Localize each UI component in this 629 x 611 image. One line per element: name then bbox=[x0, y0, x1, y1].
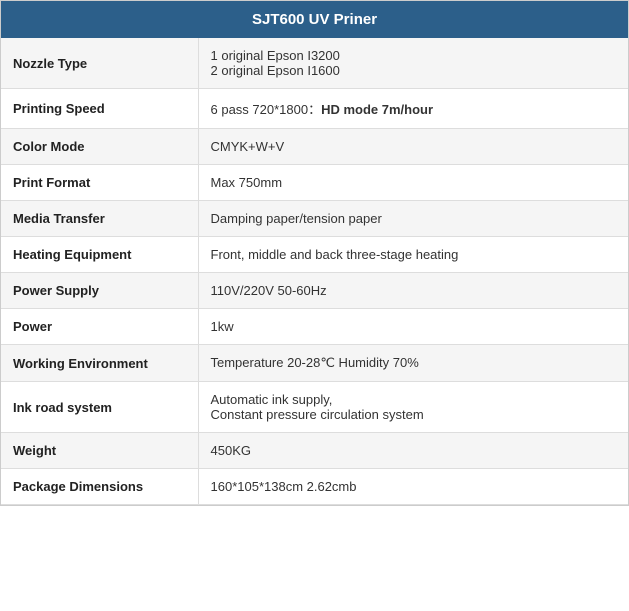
spec-value-prefix: 6 pass 720*1800： bbox=[211, 102, 322, 117]
spec-value: 110V/220V 50-60Hz bbox=[198, 273, 628, 309]
spec-label: Printing Speed bbox=[1, 89, 198, 129]
spec-value-line: 1 original Epson I3200 bbox=[211, 48, 340, 63]
table-row: Heating EquipmentFront, middle and back … bbox=[1, 237, 628, 273]
table-row: Media TransferDamping paper/tension pape… bbox=[1, 201, 628, 237]
spec-label: Media Transfer bbox=[1, 201, 198, 237]
spec-value: 6 pass 720*1800：HD mode 7m/hour bbox=[198, 89, 628, 129]
table-header: SJT600 UV Priner bbox=[1, 1, 628, 38]
spec-label: Weight bbox=[1, 433, 198, 469]
table-row: Ink road systemAutomatic ink supply,Cons… bbox=[1, 382, 628, 433]
table-row: Working EnvironmentTemperature 20-28℃ Hu… bbox=[1, 345, 628, 382]
spec-label: Ink road system bbox=[1, 382, 198, 433]
spec-value: Damping paper/tension paper bbox=[198, 201, 628, 237]
spec-label: Heating Equipment bbox=[1, 237, 198, 273]
spec-table-container: SJT600 UV Priner Nozzle Type1 original E… bbox=[0, 0, 629, 506]
table-row: Print FormatMax 750mm bbox=[1, 165, 628, 201]
spec-label: Working Environment bbox=[1, 345, 198, 382]
table-row: Power Supply110V/220V 50-60Hz bbox=[1, 273, 628, 309]
spec-value-line: Constant pressure circulation system bbox=[211, 407, 424, 422]
table-row: Nozzle Type1 original Epson I32002 origi… bbox=[1, 38, 628, 89]
table-row: Weight450KG bbox=[1, 433, 628, 469]
spec-value: 1kw bbox=[198, 309, 628, 345]
spec-value: 160*105*138cm 2.62cmb bbox=[198, 469, 628, 505]
spec-label: Color Mode bbox=[1, 129, 198, 165]
spec-value: 450KG bbox=[198, 433, 628, 469]
spec-value-line: Automatic ink supply, bbox=[211, 392, 333, 407]
specifications-table: Nozzle Type1 original Epson I32002 origi… bbox=[1, 38, 628, 505]
spec-label: Print Format bbox=[1, 165, 198, 201]
spec-value: Max 750mm bbox=[198, 165, 628, 201]
spec-value: 1 original Epson I32002 original Epson I… bbox=[198, 38, 628, 89]
spec-label: Power Supply bbox=[1, 273, 198, 309]
spec-value: Automatic ink supply,Constant pressure c… bbox=[198, 382, 628, 433]
table-title: SJT600 UV Priner bbox=[252, 11, 377, 28]
spec-label: Nozzle Type bbox=[1, 38, 198, 89]
spec-value: Front, middle and back three-stage heati… bbox=[198, 237, 628, 273]
spec-label: Power bbox=[1, 309, 198, 345]
table-row: Package Dimensions160*105*138cm 2.62cmb bbox=[1, 469, 628, 505]
spec-value-line: 2 original Epson I1600 bbox=[211, 63, 340, 78]
spec-value: CMYK+W+V bbox=[198, 129, 628, 165]
table-row: Power1kw bbox=[1, 309, 628, 345]
spec-label: Package Dimensions bbox=[1, 469, 198, 505]
table-row: Printing Speed6 pass 720*1800：HD mode 7m… bbox=[1, 89, 628, 129]
spec-value-bold: HD mode 7m/hour bbox=[321, 102, 433, 117]
spec-value: Temperature 20-28℃ Humidity 70% bbox=[198, 345, 628, 382]
table-row: Color ModeCMYK+W+V bbox=[1, 129, 628, 165]
